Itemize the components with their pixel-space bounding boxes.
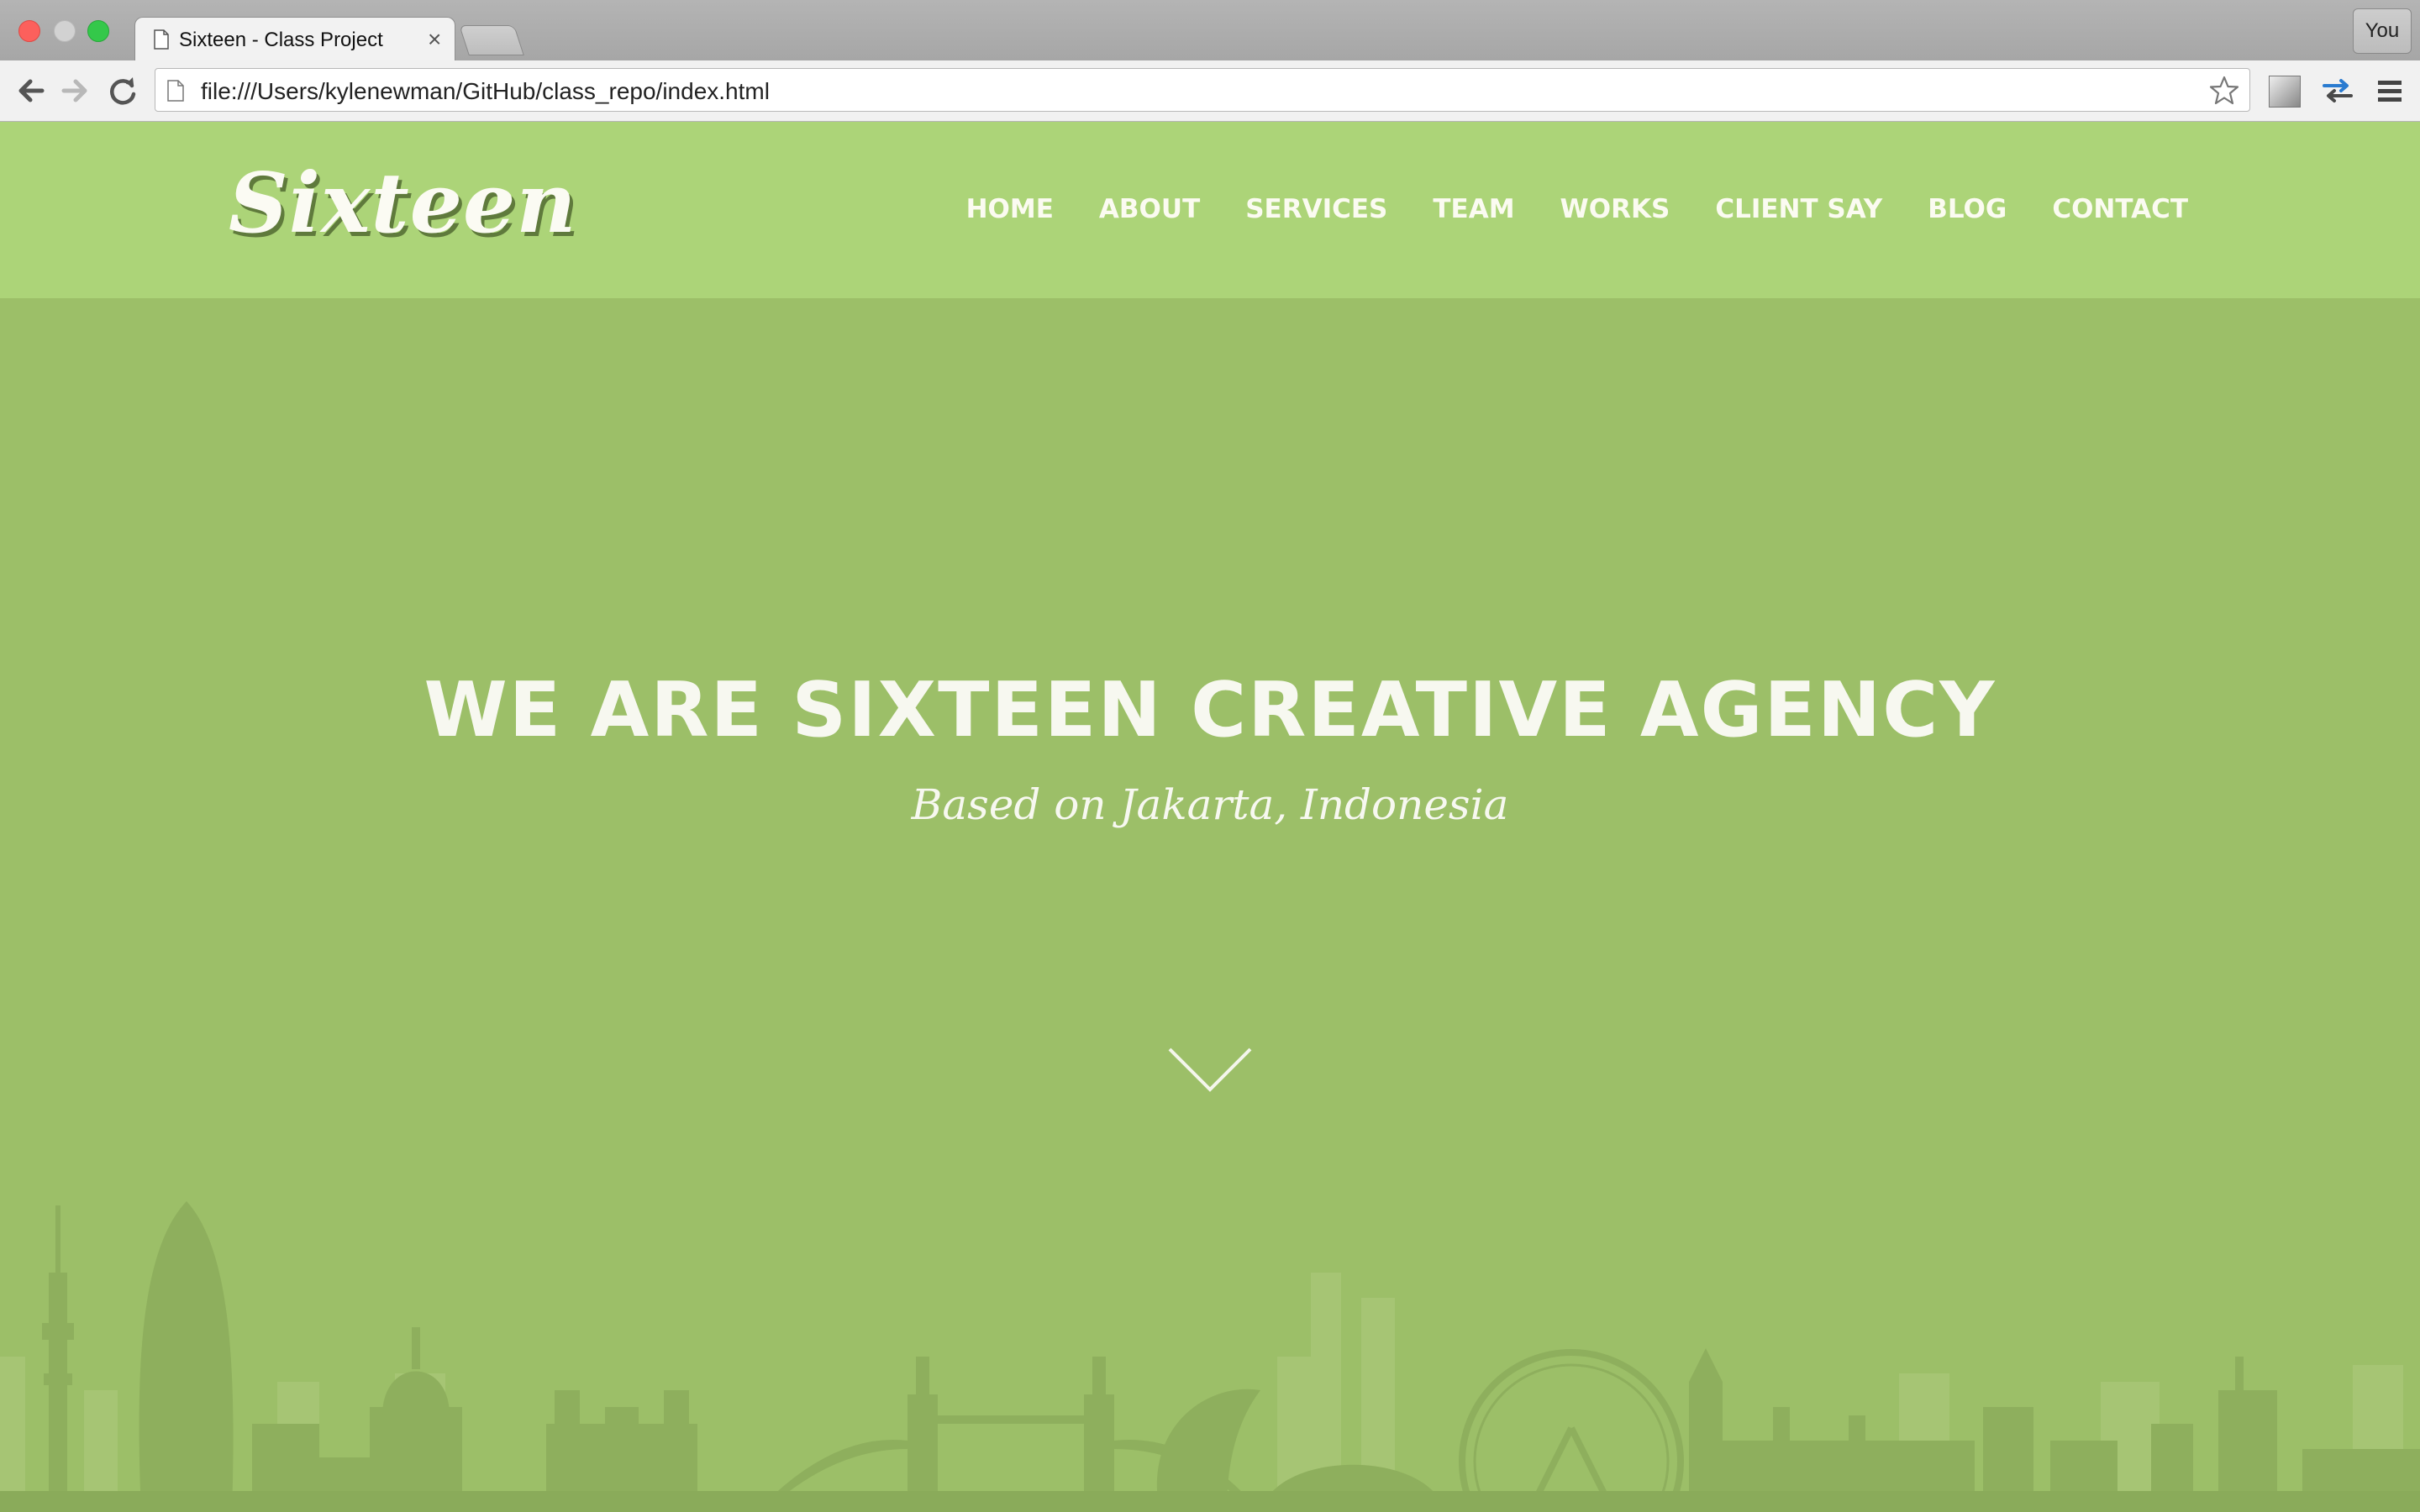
reload-button[interactable] bbox=[106, 74, 139, 108]
window-maximize-button[interactable] bbox=[87, 20, 109, 42]
nav-item-team[interactable]: TEAM bbox=[1433, 194, 1514, 224]
nav-item-services[interactable]: SERVICES bbox=[1245, 194, 1387, 224]
extension-icon[interactable] bbox=[2269, 76, 2301, 108]
hero-subtitle: Based on Jakarta, Indonesia bbox=[911, 780, 1509, 829]
site-logo[interactable]: Sixteen bbox=[229, 155, 577, 252]
back-button[interactable] bbox=[13, 74, 47, 108]
window-minimize-button[interactable] bbox=[54, 20, 76, 42]
forward-button[interactable] bbox=[59, 74, 92, 108]
forward-arrow-icon bbox=[61, 79, 87, 102]
nav-item-home[interactable]: HOME bbox=[966, 194, 1054, 224]
nav-item-works[interactable]: WORKS bbox=[1560, 194, 1670, 224]
city-skyline-illustration bbox=[0, 1201, 2420, 1512]
window-close-button[interactable] bbox=[18, 20, 40, 42]
file-icon bbox=[167, 80, 184, 102]
main-nav: HOME ABOUT SERVICES TEAM WORKS CLIENT SA… bbox=[921, 194, 2188, 224]
new-tab-button[interactable] bbox=[459, 25, 524, 55]
sync-icon[interactable] bbox=[2321, 76, 2354, 106]
hero-title: WE ARE SIXTEEN CREATIVE AGENCY bbox=[424, 666, 1996, 754]
tab-title: Sixteen - Class Project bbox=[179, 29, 383, 51]
nav-item-blog[interactable]: BLOG bbox=[1928, 194, 2007, 224]
menu-icon[interactable] bbox=[2375, 76, 2405, 106]
back-arrow-icon bbox=[18, 79, 45, 102]
address-bar[interactable]: file:///Users/kylenewman/GitHub/class_re… bbox=[155, 68, 2250, 112]
nav-item-contact[interactable]: CONTACT bbox=[2052, 194, 2188, 224]
star-icon[interactable] bbox=[2207, 74, 2241, 108]
browser-titlebar: Sixteen - Class Project × You bbox=[0, 0, 2420, 63]
page-icon bbox=[154, 29, 169, 50]
nav-item-about[interactable]: ABOUT bbox=[1099, 194, 1200, 224]
profile-button[interactable]: You bbox=[2353, 8, 2412, 54]
browser-tab[interactable]: Sixteen - Class Project × bbox=[134, 17, 455, 63]
chevron-down-icon[interactable] bbox=[1166, 1044, 1254, 1095]
nav-item-client-say[interactable]: CLIENT SAY bbox=[1715, 194, 1882, 224]
site-header: Sixteen HOME ABOUT SERVICES TEAM WORKS C… bbox=[0, 122, 2420, 298]
tab-close-icon[interactable]: × bbox=[428, 26, 441, 53]
reload-icon bbox=[110, 77, 136, 105]
browser-toolbar: file:///Users/kylenewman/GitHub/class_re… bbox=[0, 60, 2420, 122]
address-url[interactable]: file:///Users/kylenewman/GitHub/class_re… bbox=[201, 78, 770, 105]
web-page: Sixteen HOME ABOUT SERVICES TEAM WORKS C… bbox=[0, 122, 2420, 1512]
